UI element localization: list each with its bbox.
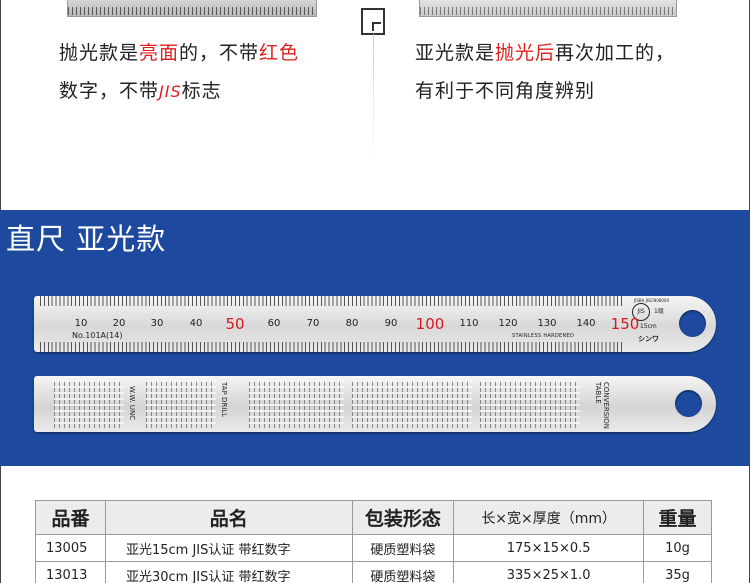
cell-product-name: 亚光15cm JIS认证 带红数字 (104, 534, 353, 562)
cell-packaging: 硬质塑料袋 (351, 534, 455, 562)
cell-dimensions: 335×25×1.0 (453, 561, 645, 583)
ruler-number-100: 100 (415, 315, 445, 333)
spec-table-area: 品番 品名 包装形态 长×宽×厚度（mm） 重量 13005 亚光15cm JI… (0, 466, 750, 583)
brand-logo: シンワ (638, 335, 659, 343)
cell-weight: 10g (643, 534, 712, 562)
ruler-number-70: 70 (306, 318, 320, 329)
ruler-back-image: W.W. UNC TAP DRILL CONVERSION TABLE (34, 376, 716, 432)
tap-drill-label: TAP DRILL (220, 382, 228, 418)
cell-product-name: 亚光30cm JIS认证 带红数字 (104, 561, 353, 583)
header-dimensions: 长×宽×厚度（mm） (453, 500, 645, 535)
ruler-number-110: 110 (459, 318, 479, 329)
ruler-model-label: No.101A(14) (72, 331, 123, 340)
ruler-number-30: 30 (150, 318, 164, 329)
table-row: 13005 亚光15cm JIS认证 带红数字 硬质塑料袋 175×15×0.5… (35, 534, 712, 562)
cell-weight: 35g (643, 561, 712, 583)
matte-ruler-image (419, 0, 677, 17)
header-product-name: 品名 (104, 500, 353, 535)
ruler-number-60: 60 (267, 318, 281, 329)
product-banner: 直尺 亚光款 No.101A(14) STAINLESS HARDENED JI… (0, 210, 750, 466)
spec-table: 品番 品名 包装形态 长×宽×厚度（mm） 重量 13005 亚光15cm JI… (35, 500, 712, 583)
ruler-unit: 15cm (640, 323, 657, 330)
ruler-top-ticks (40, 296, 624, 306)
cell-item-no: 13013 (35, 561, 106, 583)
ruler-number-40: 40 (189, 318, 203, 329)
conversion-values (480, 380, 580, 428)
jis-grade: 1级 (654, 308, 664, 315)
ruler-number-120: 120 (498, 318, 518, 329)
conversion-table-label: CONVERSION TABLE (594, 382, 610, 429)
polished-description: 抛光款是亮面的，不带红色 数字，不带JIS标志 (59, 42, 300, 102)
divider (373, 34, 374, 166)
fraction-table (54, 380, 124, 428)
ruler-front-image: No.101A(14) STAINLESS HARDENED JISBA JIS… (34, 296, 716, 352)
hanging-hole-back (675, 390, 702, 417)
inch-table (352, 380, 472, 428)
header-weight: 重量 (643, 500, 712, 535)
ruler-stainless-label: STAINLESS HARDENED (512, 333, 575, 339)
document-icon (361, 8, 385, 35)
table-header-row: 品番 品名 包装形态 长×宽×厚度（mm） 重量 (35, 500, 712, 535)
table-row: 13013 亚光30cm JIS认证 带红数字 硬质塑料袋 335×25×1.0… (35, 561, 712, 583)
banner-title: 直尺 亚光款 (6, 222, 167, 256)
ruler-number-140: 140 (576, 318, 596, 329)
thread-label: W.W. UNC (128, 386, 136, 421)
ruler-number-50: 50 (225, 315, 245, 333)
hanging-hole (679, 310, 706, 337)
ruler-number-150: 150 (610, 315, 640, 333)
ruler-number-10: 10 (74, 318, 88, 329)
tap-drill-table (249, 380, 344, 428)
finish-comparison-panel: 抛光款是亮面的，不带红色 数字，不带JIS标志 亚光款是抛光后再次加工的， 有利… (0, 0, 750, 210)
header-item-no: 品番 (35, 500, 106, 535)
ruler-number-20: 20 (112, 318, 126, 329)
polished-ruler-image (67, 0, 317, 17)
header-packaging: 包装形态 (351, 500, 455, 535)
thread-table (146, 380, 216, 428)
matte-description: 亚光款是抛光后再次加工的， 有利于不同角度辨别 (415, 42, 676, 102)
cell-dimensions: 175×15×0.5 (453, 534, 645, 562)
cell-item-no: 13005 (35, 534, 106, 562)
cell-packaging: 硬质塑料袋 (351, 561, 455, 583)
ruler-number-80: 80 (345, 318, 359, 329)
ruler-bottom-ticks (40, 342, 624, 352)
ruler-number-90: 90 (384, 318, 398, 329)
ruler-number-130: 130 (537, 318, 557, 329)
